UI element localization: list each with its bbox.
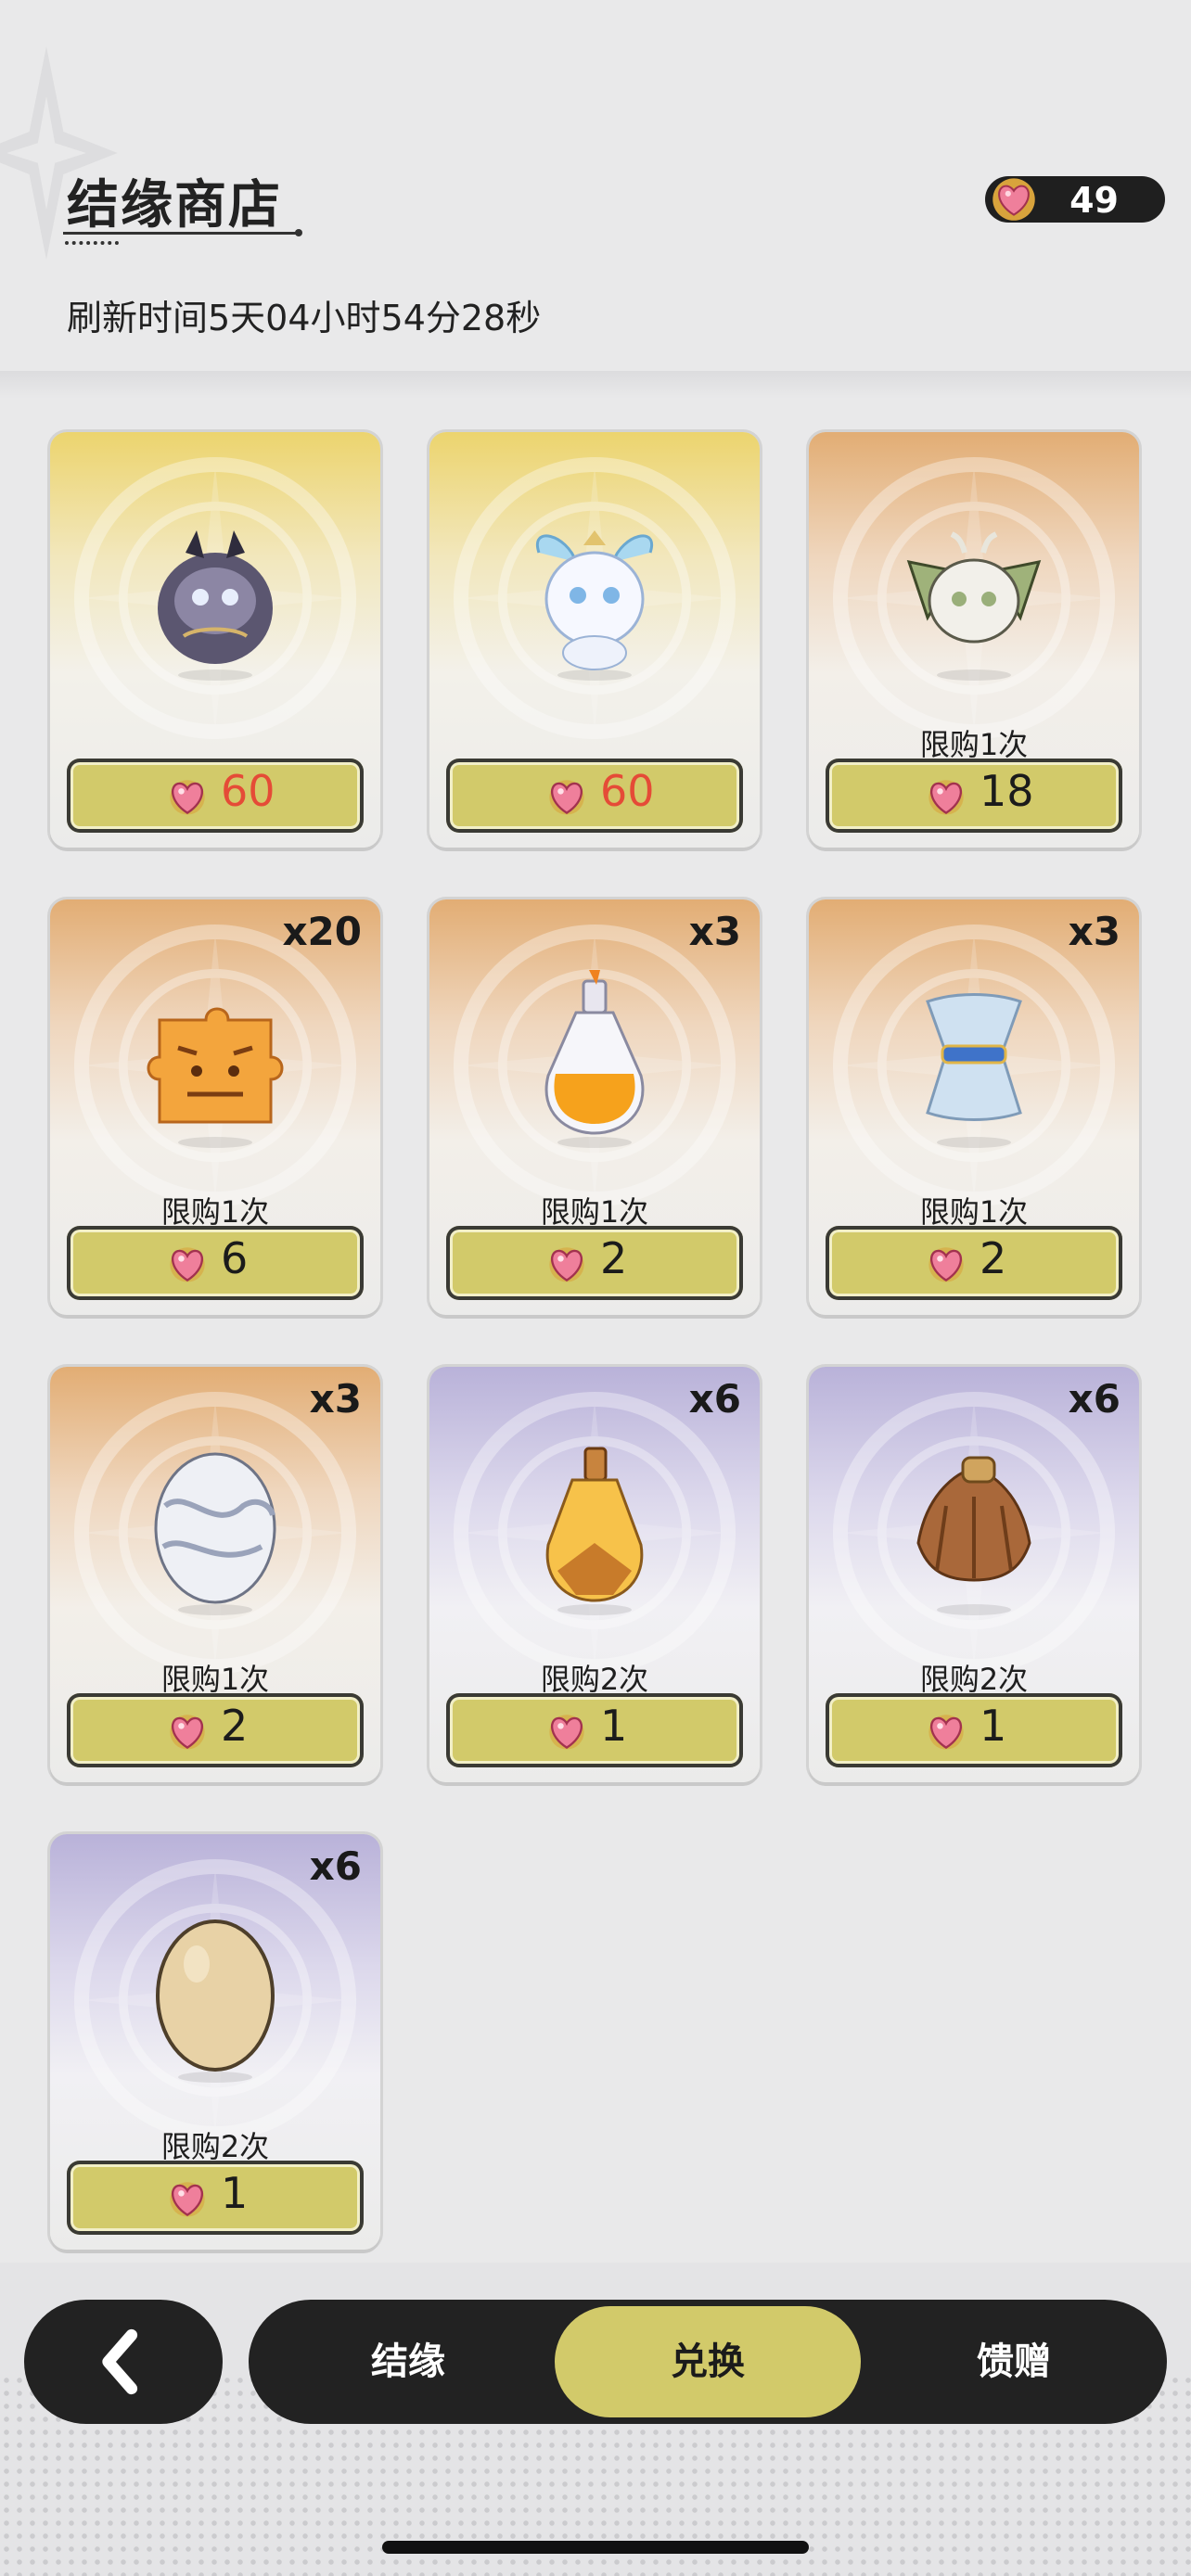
back-arrow-icon xyxy=(102,2328,138,2395)
item-price: 1 xyxy=(221,2168,249,2218)
buy-button[interactable]: 18 xyxy=(826,759,1122,833)
item-price: 2 xyxy=(221,1701,249,1751)
heart-gem-icon xyxy=(549,1715,584,1750)
heart-gem-icon xyxy=(928,780,964,815)
currency-value: 49 xyxy=(1069,180,1119,221)
brown-hair-bundle-icon xyxy=(916,1456,1031,1615)
buy-button[interactable]: 1 xyxy=(67,2161,364,2235)
blue-cloth-bundle-icon xyxy=(926,993,1022,1148)
item-quantity: x20 xyxy=(282,909,362,954)
shop-item-card[interactable]: 限购1次 18 xyxy=(809,432,1139,848)
shop-item-card[interactable]: 60 xyxy=(50,432,380,848)
heart-gem-icon xyxy=(549,780,584,815)
small-potion-bottle-icon xyxy=(545,1447,644,1615)
tab-kuizeng[interactable]: 馈赠 xyxy=(861,2300,1167,2424)
leaf-winged-creature-icon xyxy=(906,531,1042,681)
buy-button[interactable]: 60 xyxy=(67,759,364,833)
heart-gem-icon xyxy=(928,1247,964,1282)
shop-item-card[interactable]: x3 限购1次 2 xyxy=(50,1367,380,1782)
item-quantity: x6 xyxy=(688,1376,741,1422)
page-title: 结缘商店 xyxy=(67,175,282,236)
item-price: 60 xyxy=(600,766,655,816)
refresh-timer: 刷新时间5天04小时54分28秒 xyxy=(67,298,542,338)
patterned-egg-icon xyxy=(154,1452,276,1615)
item-price: 60 xyxy=(221,766,275,816)
heart-gem-icon xyxy=(170,1715,205,1750)
tab-bar: 结缘 兑换 馈赠 xyxy=(249,2300,1167,2424)
buy-button[interactable]: 1 xyxy=(446,1693,743,1767)
shop-item-card[interactable]: x20 限购1次 6 xyxy=(50,899,380,1315)
buy-button[interactable]: 2 xyxy=(67,1693,364,1767)
item-price: 1 xyxy=(980,1701,1007,1751)
buy-button[interactable]: 60 xyxy=(446,759,743,833)
buy-button[interactable]: 2 xyxy=(446,1226,743,1300)
shop-item-card[interactable]: x6 限购2次 1 xyxy=(809,1367,1139,1782)
item-price: 2 xyxy=(980,1233,1007,1283)
title-dots xyxy=(65,241,119,245)
item-quantity: x3 xyxy=(309,1376,362,1422)
header-divider xyxy=(0,371,1191,399)
home-indicator xyxy=(382,2541,809,2554)
currency-balance: 49 xyxy=(985,176,1165,223)
heart-gem-icon xyxy=(928,1715,964,1750)
item-quantity: x3 xyxy=(688,909,741,954)
dark-horned-creature-icon xyxy=(158,530,273,681)
item-quantity: x3 xyxy=(1068,909,1121,954)
heart-gem-icon xyxy=(549,1247,584,1282)
item-price: 1 xyxy=(600,1701,628,1751)
shop-item-card[interactable]: 60 xyxy=(429,432,760,848)
heart-gem-icon xyxy=(992,178,1035,221)
item-quantity: x6 xyxy=(309,1843,362,1889)
tab-jieyuan[interactable]: 结缘 xyxy=(249,2300,568,2424)
shop-item-card[interactable]: x6 限购2次 1 xyxy=(50,1834,380,2250)
shop-item-card[interactable]: x6 限购2次 1 xyxy=(429,1367,760,1782)
buy-button[interactable]: 6 xyxy=(67,1226,364,1300)
white-dragon-creature-icon xyxy=(535,530,654,681)
shop-item-card[interactable]: x3 限购1次 2 xyxy=(809,899,1139,1315)
back-button[interactable] xyxy=(24,2300,223,2424)
tab-duihuan[interactable]: 兑换 xyxy=(555,2306,861,2417)
orange-potion-bottle-icon xyxy=(544,970,645,1148)
item-price: 6 xyxy=(221,1233,249,1283)
plain-egg-icon xyxy=(156,1919,275,2083)
heart-gem-icon xyxy=(170,780,205,815)
tiger-puzzle-piece-icon xyxy=(147,1007,284,1148)
title-dot xyxy=(295,229,302,236)
heart-gem-icon xyxy=(170,2182,205,2217)
item-price: 2 xyxy=(600,1233,628,1283)
title-underline xyxy=(63,232,301,235)
shop-item-card[interactable]: x3 限购1次 2 xyxy=(429,899,760,1315)
buy-button[interactable]: 2 xyxy=(826,1226,1122,1300)
heart-gem-icon xyxy=(170,1247,205,1282)
item-quantity: x6 xyxy=(1068,1376,1121,1422)
buy-button[interactable]: 1 xyxy=(826,1693,1122,1767)
item-price: 18 xyxy=(980,766,1034,816)
